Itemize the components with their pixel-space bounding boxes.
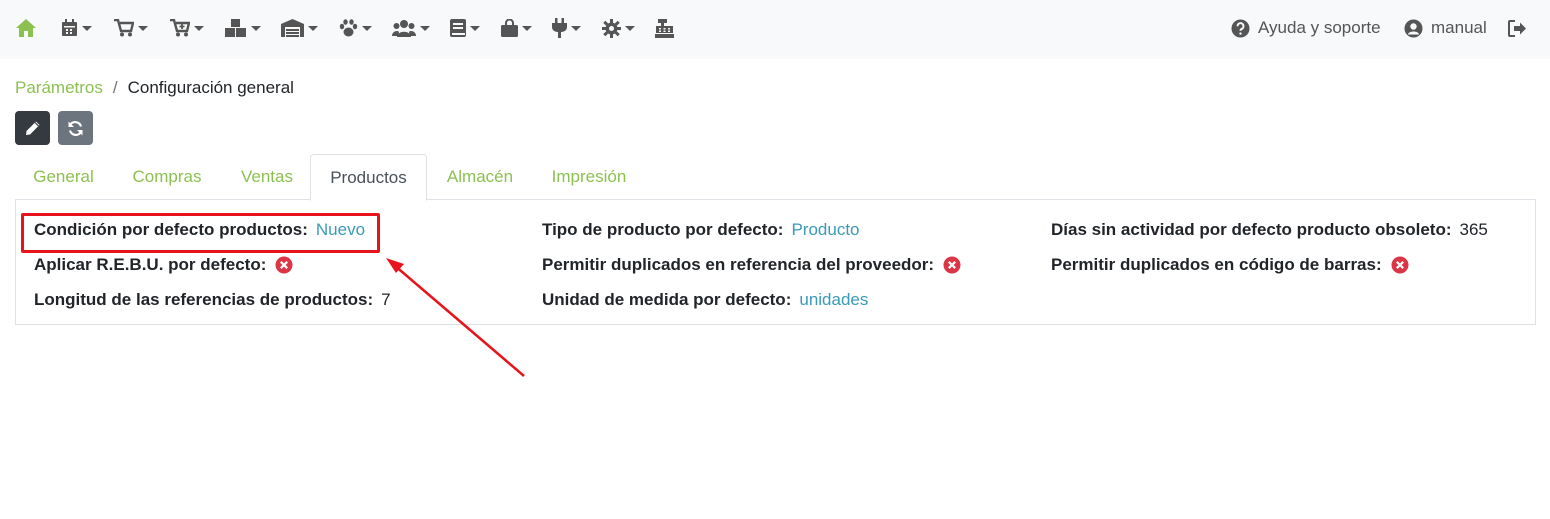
field-longitud-label: Longitud de las referencias de productos… xyxy=(34,290,374,309)
field-rebu-label: Aplicar R.E.B.U. por defecto: xyxy=(34,255,267,274)
breadcrumb: Parámetros / Configuración general xyxy=(15,78,294,98)
cart-icon xyxy=(114,19,134,37)
field-tipo: Tipo de producto por defecto: Producto xyxy=(542,218,860,242)
user-circle-icon xyxy=(1404,19,1423,37)
pets-menu[interactable] xyxy=(339,16,372,40)
sign-out-icon xyxy=(1508,19,1526,37)
tab-general[interactable]: General xyxy=(15,154,112,200)
paw-icon xyxy=(339,19,358,37)
field-rebu: Aplicar R.E.B.U. por defecto: xyxy=(34,253,293,277)
calendar-menu[interactable] xyxy=(61,16,92,40)
field-duplicados-barras: Permitir duplicados en código de barras: xyxy=(1051,253,1409,277)
times-circle-icon xyxy=(1391,256,1409,274)
field-unidad-value[interactable]: unidades xyxy=(799,290,868,310)
settings-menu[interactable] xyxy=(602,16,635,40)
boxes-icon xyxy=(225,19,246,37)
users-icon xyxy=(392,20,416,37)
plug-icon xyxy=(552,18,567,38)
logout-button[interactable] xyxy=(1508,16,1527,40)
warehouse-boxes-menu[interactable] xyxy=(225,16,261,40)
sync-icon xyxy=(68,120,83,136)
tab-almacen[interactable]: Almacén xyxy=(429,154,531,200)
field-dias-value: 365 xyxy=(1459,220,1488,239)
shopping-bag-icon xyxy=(501,19,518,37)
book-icon xyxy=(450,19,466,37)
tab-impresion[interactable]: Impresión xyxy=(533,154,645,200)
users-menu[interactable] xyxy=(392,16,430,40)
user-label: manual xyxy=(1431,18,1487,37)
breadcrumb-current: Configuración general xyxy=(127,78,294,97)
annotation-highlight-box xyxy=(21,213,380,253)
purchases-menu[interactable] xyxy=(114,16,148,40)
times-circle-icon xyxy=(943,256,961,274)
edit-button[interactable] xyxy=(15,111,50,145)
field-dias-label: Días sin actividad por defecto producto … xyxy=(1051,220,1452,239)
calendar-icon xyxy=(62,19,77,36)
tab-ventas[interactable]: Ventas xyxy=(221,154,313,200)
help-label: Ayuda y soporte xyxy=(1258,18,1381,37)
times-circle-icon xyxy=(275,256,293,274)
user-menu[interactable]: manual xyxy=(1404,16,1487,40)
warehouse-menu[interactable] xyxy=(281,16,318,40)
settings-tabs: General Compras Ventas Productos Almacén… xyxy=(15,154,1536,201)
pencil-icon xyxy=(25,121,39,135)
help-link[interactable]: Ayuda y soporte xyxy=(1231,16,1381,40)
breadcrumb-parent-link[interactable]: Parámetros xyxy=(15,78,103,98)
field-unidad: Unidad de medida por defecto: unidades xyxy=(542,288,868,312)
sales-menu[interactable] xyxy=(170,16,204,40)
field-dias: Días sin actividad por defecto producto … xyxy=(1051,218,1488,242)
top-navbar: Ayuda y soporte manual xyxy=(0,0,1550,59)
cog-icon xyxy=(602,18,621,38)
field-tipo-label: Tipo de producto por defecto: xyxy=(542,220,784,239)
plugins-menu[interactable] xyxy=(552,16,581,40)
question-circle-icon xyxy=(1231,19,1250,37)
field-duplicados-proveedor-label: Permitir duplicados en referencia del pr… xyxy=(542,255,935,274)
field-longitud-value: 7 xyxy=(381,290,391,309)
field-duplicados-proveedor: Permitir duplicados en referencia del pr… xyxy=(542,253,961,277)
tab-compras[interactable]: Compras xyxy=(115,154,219,200)
cart-plus-icon xyxy=(170,19,190,37)
shop-menu[interactable] xyxy=(501,16,532,40)
cash-register-icon[interactable] xyxy=(655,16,674,40)
field-longitud: Longitud de las referencias de productos… xyxy=(34,288,391,312)
tab-productos[interactable]: Productos xyxy=(310,154,427,201)
field-duplicados-barras-label: Permitir duplicados en código de barras: xyxy=(1051,255,1382,274)
field-unidad-label: Unidad de medida por defecto: xyxy=(542,290,792,309)
field-tipo-value[interactable]: Producto xyxy=(791,220,859,240)
warehouse-icon xyxy=(281,19,304,37)
home-icon[interactable] xyxy=(15,16,37,40)
breadcrumb-separator: / xyxy=(112,78,118,97)
accounting-menu[interactable] xyxy=(450,16,480,40)
refresh-button[interactable] xyxy=(58,111,93,145)
